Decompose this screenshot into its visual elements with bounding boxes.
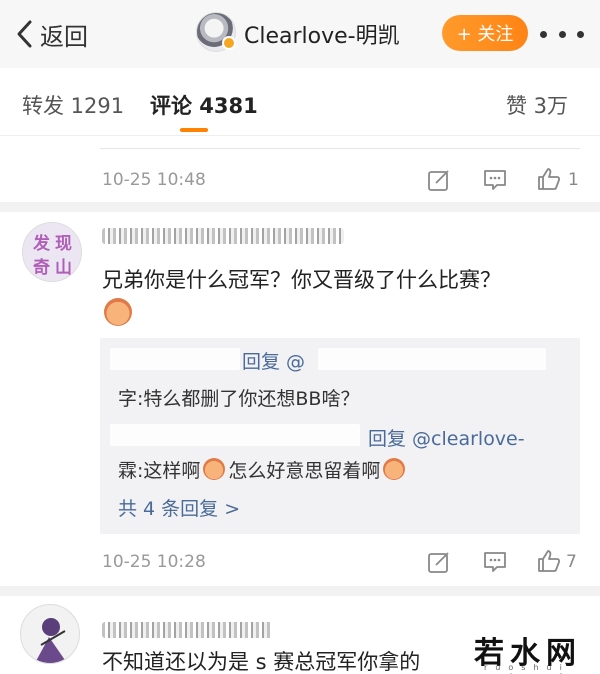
avatar-text: 现 [55,234,72,254]
tab-repost[interactable]: 转发 1291 [22,90,124,120]
commenter-avatar[interactable] [20,604,80,664]
more-replies-link[interactable]: 共 4 条回复 > [118,494,240,521]
back-label: 返回 [40,22,88,51]
timestamp: 10-25 10:28 [102,552,206,572]
thumbs-up-icon[interactable] [536,548,562,578]
reply-box: 回复 @ 字:特么都删了你还想BB啥？ 回复 @clearlove- 霖:这样啊… [100,338,580,534]
commenter-avatar[interactable]: 发 现 奇 山 [22,222,82,282]
comment-text: 兄弟你是什么冠军？你又晋级了什么比赛？ [102,268,501,292]
verified-badge-icon [222,36,236,50]
divider [100,148,580,149]
timestamp: 10-25 10:48 [102,170,206,190]
emoji-icon [383,458,406,480]
tab-bar: 转发 1291 评论 4381 赞 3万 [0,68,600,136]
avatar-text: 发 [33,234,50,254]
reply-name-blurred [110,348,240,370]
reply-name-blurred [110,424,360,446]
like-count: 7 [566,552,577,572]
tab-likes[interactable]: 赞 3万 [506,90,568,120]
commenter-name-blurred[interactable] [102,228,344,244]
chevron-left-icon [17,20,32,48]
comment-icon[interactable] [482,549,508,579]
avatar-text: 奇 [33,258,50,278]
reply-prefix[interactable]: 回复 @clearlove- [368,424,525,451]
like-count: 1 [568,170,579,190]
reply-text: 字:特么都删了你还想BB啥？ [118,388,360,410]
comment-text: 不知道还以为是 s 赛总冠军你拿的 [102,650,421,674]
reply-text: 霖:这样啊 怎么好意思留着啊 [118,456,408,483]
more-dots-icon[interactable] [540,22,584,46]
repost-icon[interactable] [426,549,452,579]
repost-icon[interactable] [426,167,452,197]
thumbs-up-icon[interactable] [536,166,562,196]
emoji-icon [203,458,226,480]
comment-icon[interactable] [482,167,508,197]
top-nav-bar: 返回 Clearlove-明凯 + 关注 [0,0,600,68]
section-divider [0,586,600,596]
watermark-sub: ruoshui network [484,663,570,674]
avatar-text: 山 [55,258,72,278]
username[interactable]: Clearlove-明凯 [244,18,400,50]
reply-prefix[interactable]: 回复 @ [242,347,305,374]
emoji-icon [104,298,132,326]
commenter-name-blurred[interactable] [102,622,272,638]
reply-target-blurred [318,348,546,370]
back-button[interactable]: 返回 [14,14,88,54]
tab-comments[interactable]: 评论 4381 [150,90,258,120]
follow-button[interactable]: + 关注 [442,15,528,51]
section-divider [0,202,600,212]
active-tab-indicator [180,128,208,132]
